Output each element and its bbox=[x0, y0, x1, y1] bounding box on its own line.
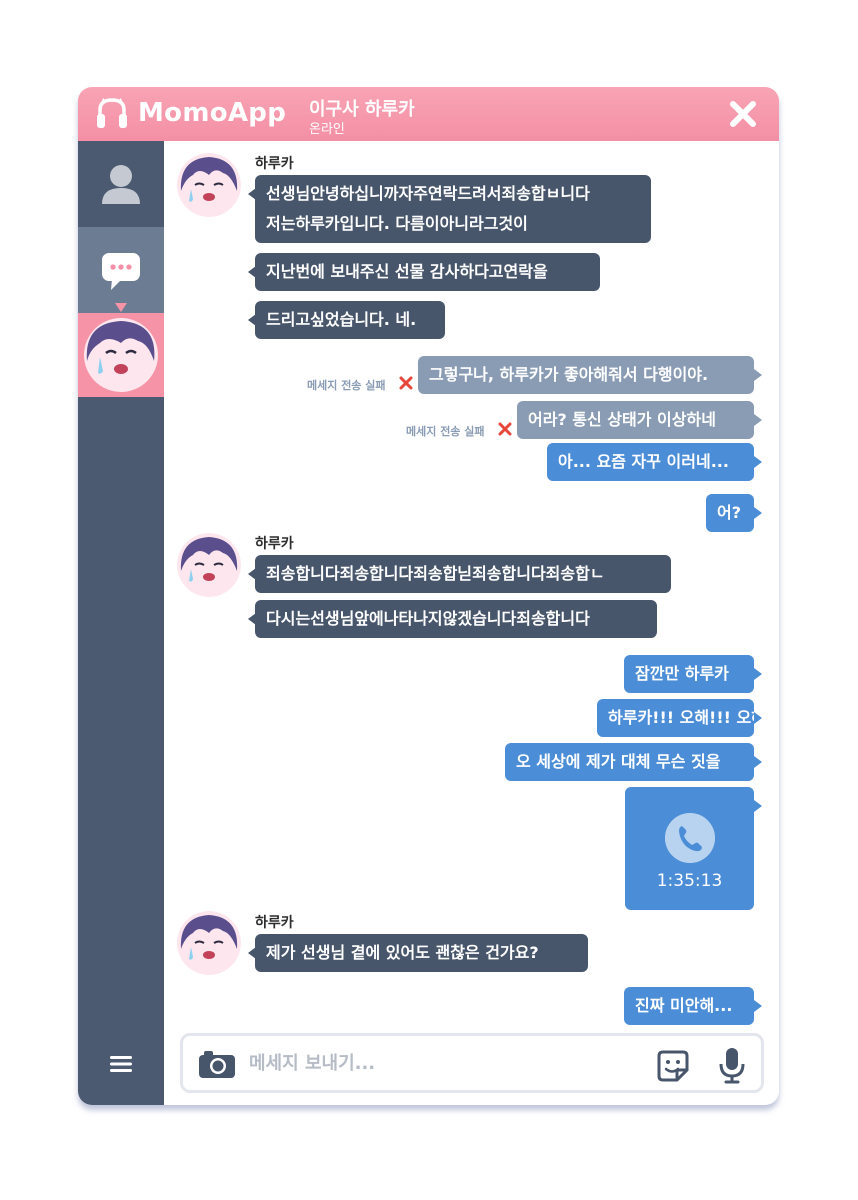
resend-error-icon[interactable] bbox=[398, 375, 414, 391]
sidebar-item-contact[interactable] bbox=[78, 313, 164, 397]
online-status: 온라인 bbox=[309, 122, 345, 137]
incoming-message: 드리고싶었습니다. 네. bbox=[248, 301, 445, 339]
app-brand: MomoApp bbox=[138, 98, 287, 128]
chat-window: MomoApp 이구사 하루카 온라인 하루카 선생님안녕하십니까자주연락드려서… bbox=[78, 87, 779, 1105]
incoming-message: 다시는선생님앞에나타나지않겠습니다죄송합니다 bbox=[248, 600, 657, 638]
sender-avatar[interactable] bbox=[177, 533, 241, 597]
sender-avatar[interactable] bbox=[177, 911, 241, 975]
failed-outgoing-message: 그렇구나, 하루카가 좋아해줘서 다행이야. bbox=[418, 356, 762, 394]
sidebar-item-chat[interactable] bbox=[78, 227, 164, 313]
message-input[interactable] bbox=[249, 1046, 629, 1080]
send-failed-note: 메세지 전송 실패 bbox=[307, 379, 386, 392]
outgoing-message: 잠깐만 하루카 bbox=[624, 655, 762, 693]
camera-icon[interactable] bbox=[197, 1048, 237, 1080]
outgoing-message: 아... 요즘 자꾸 이러네... bbox=[547, 443, 762, 481]
contact-avatar bbox=[84, 318, 158, 392]
outgoing-message: 하루카!!! 오해!!! 오해야!!! bbox=[597, 699, 779, 737]
microphone-icon[interactable] bbox=[717, 1046, 747, 1084]
incoming-message: 선생님안녕하십니까자주연락드려서죄송합ㅂ니다 저는하루카입니다. 다름이아니라그… bbox=[248, 175, 651, 243]
sender-avatar[interactable] bbox=[177, 153, 241, 217]
call-record[interactable]: 1:35:13 bbox=[625, 787, 762, 910]
close-icon[interactable] bbox=[728, 99, 758, 129]
sender-name: 하루카 bbox=[255, 156, 294, 172]
headphones-cat-logo-icon bbox=[97, 98, 127, 128]
sidebar bbox=[78, 141, 164, 1105]
incoming-message: 지난번에 보내주신 선물 감사하다고연락을 bbox=[248, 253, 600, 291]
title-bar: MomoApp 이구사 하루카 온라인 bbox=[78, 87, 779, 141]
outgoing-message: 오 세상에 제가 대체 무슨 짓을 bbox=[505, 743, 762, 781]
chat-area: 하루카 선생님안녕하십니까자주연락드려서죄송합ㅂ니다 저는하루카입니다. 다름이… bbox=[164, 141, 779, 1105]
sender-name: 하루카 bbox=[255, 536, 294, 552]
incoming-message: 죄송합니다죄송합니다죄송합닏죄송합니다죄송합ㄴ bbox=[248, 555, 671, 593]
profile-icon bbox=[102, 165, 140, 204]
outgoing-message: 어? bbox=[706, 494, 762, 532]
call-duration: 1:35:13 bbox=[656, 871, 723, 891]
message-line: 저는하루카입니다. 다름이아니라그것이 bbox=[266, 214, 528, 233]
sticker-icon[interactable] bbox=[655, 1048, 691, 1084]
failed-outgoing-message: 어라? 통신 상태가 이상하네 bbox=[517, 401, 762, 439]
phone-icon bbox=[665, 813, 715, 863]
hamburger-menu-icon[interactable] bbox=[106, 1052, 136, 1076]
sidebar-item-profile[interactable] bbox=[78, 141, 164, 227]
chat-bubble-icon bbox=[102, 253, 140, 290]
message-composer bbox=[180, 1033, 764, 1093]
send-failed-note: 메세지 전송 실패 bbox=[406, 425, 485, 438]
active-tab-caret bbox=[115, 303, 127, 312]
sender-name: 하루카 bbox=[255, 915, 294, 931]
resend-error-icon[interactable] bbox=[497, 421, 513, 437]
outgoing-message: 진짜 미안해... bbox=[624, 987, 762, 1025]
incoming-message: 제가 선생님 곁에 있어도 괜찮은 건가요? bbox=[248, 934, 588, 972]
message-line: 선생님안녕하십니까자주연락드려서죄송합ㅂ니다 bbox=[266, 184, 590, 203]
